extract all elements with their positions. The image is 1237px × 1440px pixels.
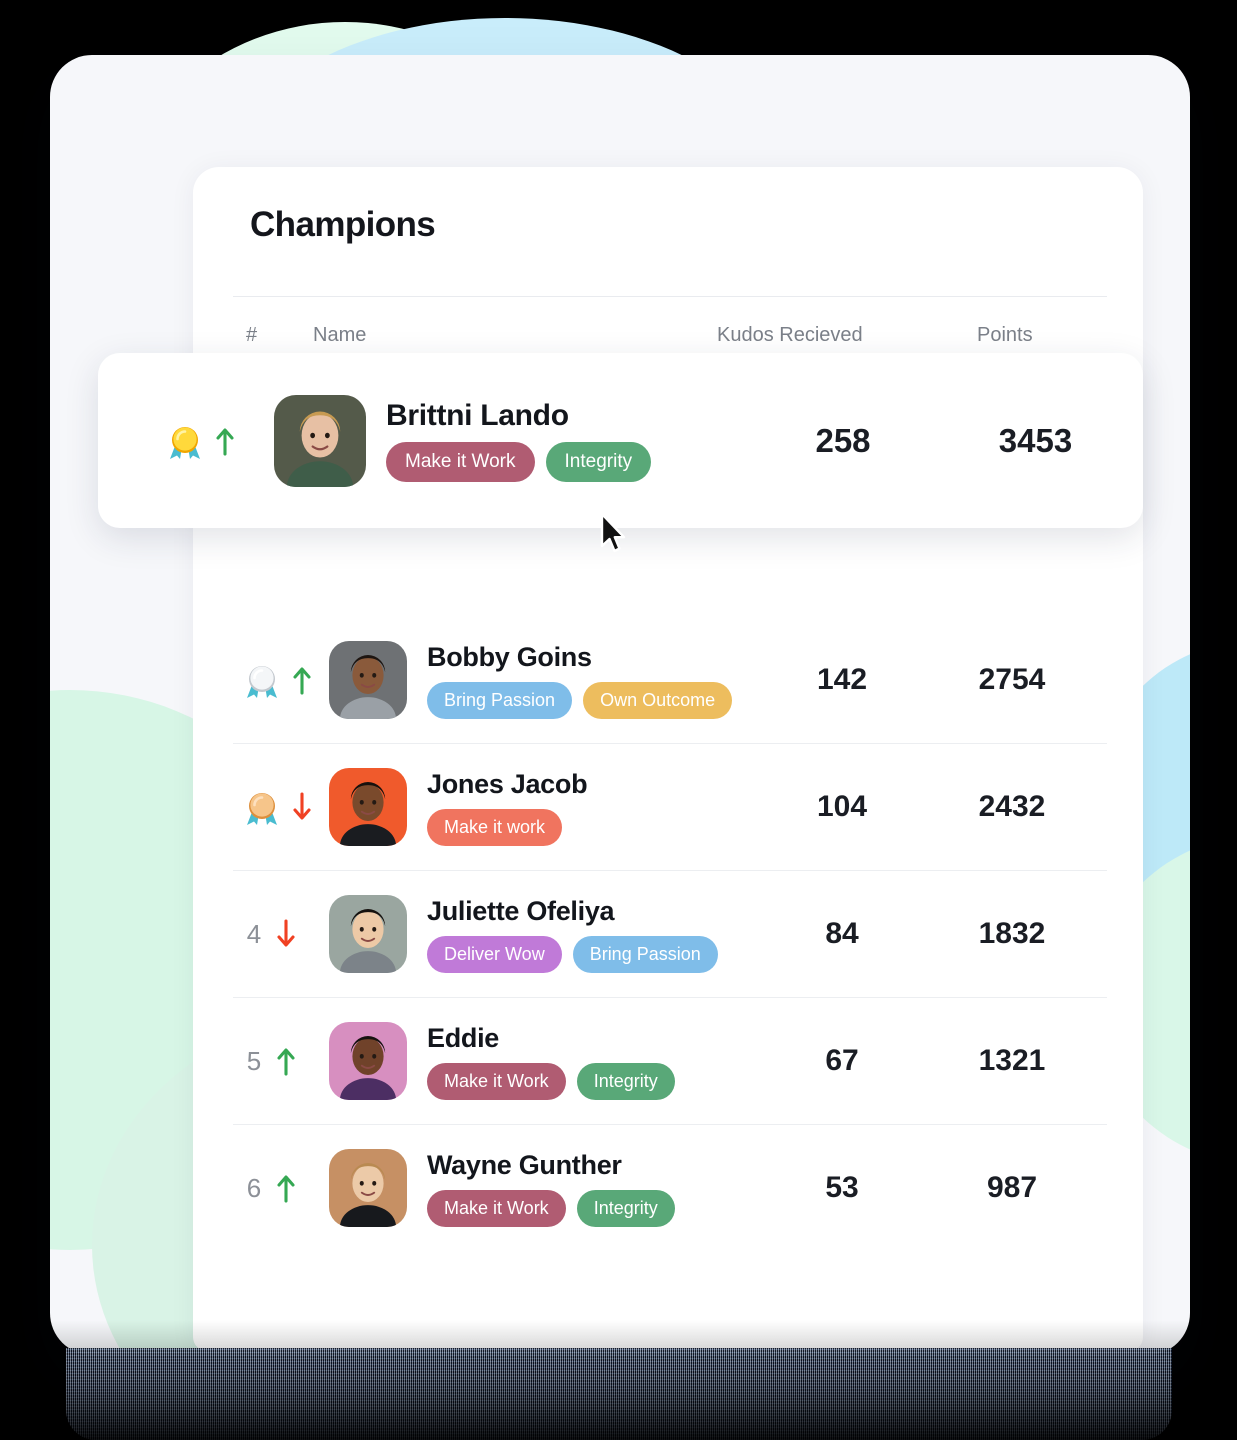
rank-cell [233, 659, 329, 701]
screenshot-stage: Champions # Name Kudos Recieved Points B… [0, 0, 1237, 1440]
rank-cell: 6 [233, 1173, 329, 1204]
points-value: 987 [986, 1171, 1038, 1204]
kudos-tag[interactable]: Deliver Wow [427, 935, 562, 973]
name-cell: Bobby Goins Bring Passion Own Outcome [427, 642, 767, 719]
tag-list: Make it Work Integrity [427, 1062, 767, 1100]
table-row[interactable]: 5 Eddie Make it Work Integrity 67 1321 [233, 998, 1107, 1125]
column-header-kudos: Kudos Recieved [717, 324, 863, 346]
silver-medal-icon [241, 659, 283, 701]
column-header-name: Name [313, 324, 367, 346]
name-cell: Eddie Make it Work Integrity [427, 1023, 767, 1100]
kudos-tag[interactable]: Integrity [576, 1189, 675, 1227]
kudos-value: 258 [815, 421, 871, 459]
avatar-eddie[interactable] [329, 1022, 407, 1100]
bronze-medal-icon [241, 786, 283, 828]
bottom-noise-artifact [66, 1348, 1172, 1440]
kudos-value: 53 [825, 1171, 859, 1204]
app-window: Champions # Name Kudos Recieved Points B… [50, 55, 1190, 1355]
rank-cell [233, 786, 329, 828]
kudos-value: 104 [816, 790, 868, 823]
page-title: Champions [250, 205, 436, 244]
points-value: 1321 [978, 1044, 1046, 1077]
table-row-featured[interactable]: Brittni Lando Make it Work Integrity 258 … [98, 353, 1143, 528]
champions-panel: Champions # Name Kudos Recieved Points B… [193, 167, 1143, 1351]
name-cell: Wayne Gunther Make it Work Integrity [427, 1150, 767, 1227]
table-row[interactable]: Bobby Goins Bring Passion Own Outcome 142… [233, 617, 1107, 744]
name-cell: Jones Jacob Make it work [427, 769, 767, 846]
avatar-bobby-goins[interactable] [329, 641, 407, 719]
kudos-tag[interactable]: Bring Passion [572, 935, 718, 973]
kudos-tag[interactable]: Make it Work [427, 1189, 566, 1227]
trend-up-arrow-icon [275, 1046, 297, 1076]
kudos-tag[interactable]: Make it work [427, 808, 563, 846]
trend-up-arrow-icon [291, 665, 313, 695]
table-row[interactable]: 6 Wayne Gunther Make it Work Integrity 53… [233, 1125, 1107, 1251]
person-name: Juliette Ofeliya [427, 895, 615, 926]
points-value: 3453 [998, 421, 1073, 459]
column-header-points: Points [977, 324, 1033, 346]
champions-list: Bobby Goins Bring Passion Own Outcome 142… [233, 490, 1107, 1251]
trend-up-arrow-icon [214, 426, 236, 456]
kudos-value: 142 [816, 663, 868, 696]
rank-cell [164, 420, 274, 462]
kudos-tag[interactable]: Bring Passion [427, 681, 573, 719]
points-value: 1832 [978, 917, 1046, 950]
kudos-tag[interactable]: Own Outcome [583, 681, 733, 719]
kudos-tag[interactable]: Integrity [576, 1062, 675, 1100]
table-row[interactable]: 4 Juliette Ofeliya Deliver Wow Bring Pass… [233, 871, 1107, 998]
trend-down-arrow-icon [275, 919, 297, 949]
avatar-jones-jacob[interactable] [329, 768, 407, 846]
kudos-tag[interactable]: Make it Work [427, 1062, 566, 1100]
person-name: Bobby Goins [427, 641, 592, 672]
column-header-rank: # [246, 324, 258, 346]
points-value: 2754 [978, 663, 1046, 696]
rank-number: 6 [246, 1172, 262, 1203]
tag-list: Deliver Wow Bring Passion [427, 935, 767, 973]
avatar-juliette-ofeliya[interactable] [329, 895, 407, 973]
rank-number: 4 [246, 918, 262, 949]
table-row[interactable]: Jones Jacob Make it work 104 2432 [233, 744, 1107, 871]
trend-down-arrow-icon [291, 792, 313, 822]
avatar-wayne-gunther[interactable] [329, 1149, 407, 1227]
name-cell: Brittni Lando Make it Work Integrity [386, 399, 758, 482]
person-name: Eddie [427, 1022, 500, 1053]
tag-list: Make it Work Integrity [386, 442, 758, 482]
tag-list: Make it Work Integrity [427, 1189, 767, 1227]
person-name: Jones Jacob [427, 768, 588, 799]
rank-cell: 5 [233, 1046, 329, 1077]
tag-list: Make it work [427, 808, 767, 846]
name-cell: Juliette Ofeliya Deliver Wow Bring Passio… [427, 896, 767, 973]
trend-up-arrow-icon [275, 1173, 297, 1203]
kudos-tag[interactable]: Make it Work [386, 442, 535, 482]
points-value: 2432 [978, 790, 1046, 823]
avatar-brittni-lando[interactable] [274, 394, 366, 487]
rank-cell: 4 [233, 919, 329, 950]
person-name: Wayne Gunther [427, 1149, 622, 1180]
tag-list: Bring Passion Own Outcome [427, 681, 767, 719]
rank-number: 5 [246, 1045, 262, 1076]
person-name: Brittni Lando [386, 399, 569, 432]
kudos-value: 67 [825, 1044, 859, 1077]
gold-medal-icon [164, 420, 206, 462]
kudos-tag[interactable]: Integrity [545, 442, 652, 482]
kudos-value: 84 [825, 917, 859, 950]
